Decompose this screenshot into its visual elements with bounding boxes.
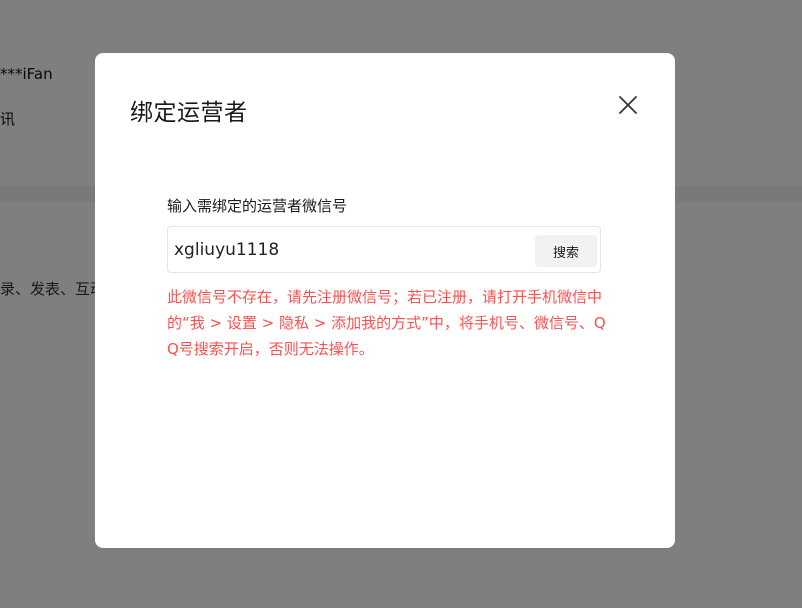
dialog-title: 绑定运营者: [130, 100, 248, 126]
wechat-id-input[interactable]: [174, 227, 524, 272]
bind-operator-dialog: 绑定运营者 输入需绑定的运营者微信号 搜索 此微信号不存在，请先注册微信号；若已…: [95, 53, 675, 548]
close-icon: [619, 96, 637, 114]
wechat-id-label: 输入需绑定的运营者微信号: [167, 197, 348, 215]
close-button[interactable]: [616, 93, 640, 117]
page: ***iFan 讯 录、发表、互动 绑定运营者 输入需绑定的运营者微信号 搜索 …: [0, 0, 802, 608]
error-message: 此微信号不存在，请先注册微信号；若已注册，请打开手机微信中的“我 > 设置 > …: [167, 288, 606, 358]
search-button[interactable]: 搜索: [535, 235, 597, 267]
wechat-id-input-box: 搜索: [167, 226, 601, 273]
